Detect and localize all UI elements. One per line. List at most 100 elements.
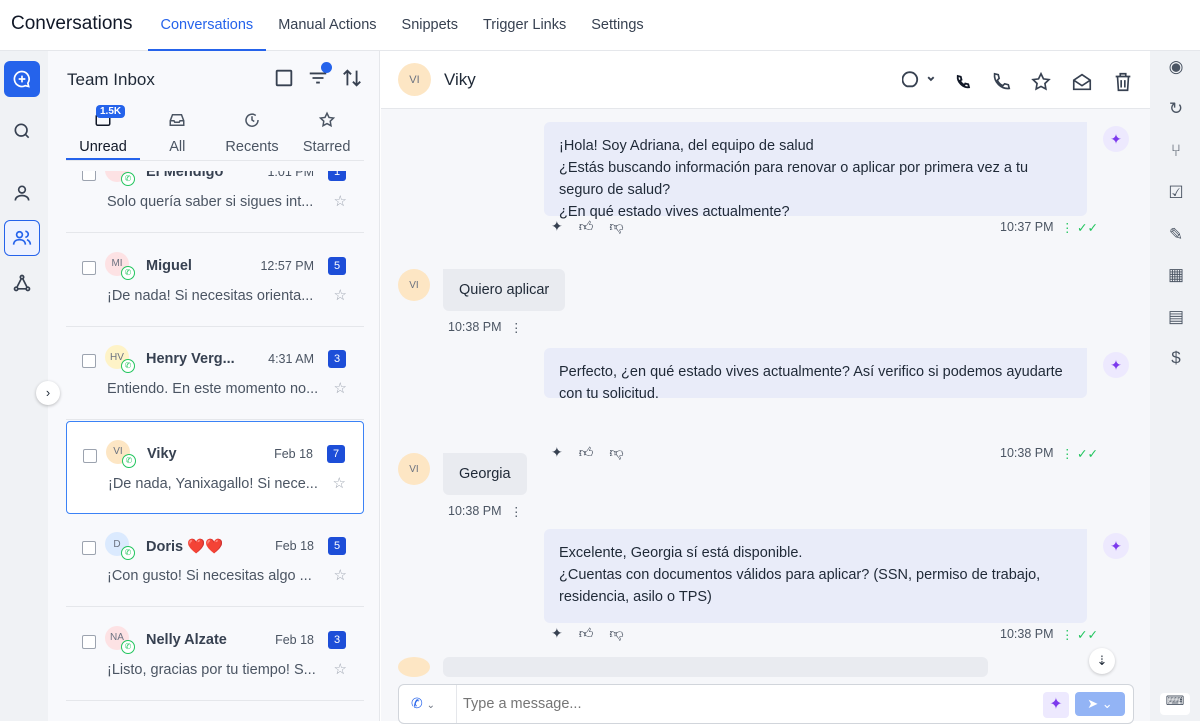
- filter-label: Starred: [302, 139, 351, 155]
- conversation-row[interactable]: D ✆ Doris ❤️❤️ Feb 18 5 ¡Con gusto! Si n…: [66, 514, 364, 607]
- filter-label: Recents: [225, 139, 279, 155]
- mark-unread-icon[interactable]: [1070, 71, 1094, 93]
- filter-icon[interactable]: [307, 62, 332, 94]
- ai-sparkle-icon: ✦: [1103, 533, 1129, 559]
- payments-icon[interactable]: $: [1165, 348, 1187, 370]
- incoming-message: Quiero aplicar: [443, 269, 566, 311]
- unread-count: 7: [327, 444, 345, 463]
- inbox-title: Team Inbox: [67, 70, 155, 89]
- team-icon[interactable]: [4, 220, 40, 256]
- conversation-row[interactable]: NA ✆ Nelly Alzate Feb 18 3 ¡Listo, graci…: [66, 608, 364, 701]
- conversation-rows: ✆ El Mendigo 1:01 PM 1 Solo quería saber…: [66, 171, 364, 721]
- conversation-row[interactable]: HV ✆ Henry Verg... 4:31 AM 3 Entiendo. E…: [66, 327, 364, 420]
- select-all-checkbox[interactable]: [273, 67, 295, 89]
- message-preview: ¡Listo, gracias por tu tiempo! S...: [107, 661, 316, 678]
- row-checkbox[interactable]: [82, 260, 96, 275]
- workflow-icon[interactable]: [4, 265, 40, 301]
- filter-tab-all[interactable]: All: [140, 109, 215, 160]
- message-avatar: [398, 657, 430, 677]
- calendar-icon[interactable]: ▦: [1165, 265, 1187, 287]
- message-preview: Solo quería saber si sigues int...: [107, 194, 314, 210]
- whatsapp-channel-selector[interactable]: ✆ ⌄: [411, 695, 435, 712]
- filter-tab-recents[interactable]: Recents: [215, 109, 290, 160]
- ai-sparkle-icon[interactable]: ✦: [551, 625, 563, 642]
- send-button[interactable]: ➤ ⌄: [1075, 692, 1125, 716]
- tasks-icon[interactable]: ☑: [1165, 183, 1187, 205]
- tab-snippets[interactable]: Snippets: [389, 0, 470, 51]
- main-tabs: Conversations Manual Actions Snippets Tr…: [148, 0, 656, 51]
- star-icon[interactable]: ☆: [334, 566, 347, 584]
- chat-panel: VI Viky ¡Hola! Soy Adriana, del equipo d…: [381, 51, 1150, 724]
- message-preview: ¡Con gusto! Si necesitas algo ...: [107, 568, 312, 584]
- contact-name: Viky: [444, 70, 476, 89]
- tab-trigger-links[interactable]: Trigger Links: [470, 0, 578, 51]
- star-icon[interactable]: ☆: [334, 192, 347, 210]
- unread-count: 3: [328, 630, 346, 649]
- assign-agent-dropdown[interactable]: [901, 68, 936, 95]
- row-checkbox[interactable]: [82, 354, 96, 368]
- profile-icon[interactable]: ◉: [1165, 57, 1187, 79]
- conversation-row[interactable]: MI ✆ Miguel 12:57 PM 5 ¡De nada! Si nece…: [66, 234, 364, 327]
- scroll-down-button[interactable]: ⇣: [1089, 648, 1115, 674]
- message-input[interactable]: [456, 685, 1036, 723]
- unread-count: 1: [328, 171, 346, 181]
- delete-icon[interactable]: [1112, 71, 1134, 93]
- integrations-icon[interactable]: ⑂: [1165, 141, 1187, 163]
- row-checkbox[interactable]: [83, 448, 97, 463]
- thumbs-down-icon[interactable]: 👎︎: [609, 444, 623, 461]
- document-icon[interactable]: ▤: [1165, 307, 1187, 329]
- notes-icon[interactable]: ✎: [1165, 225, 1187, 247]
- keyboard-icon[interactable]: ⌨: [1160, 693, 1190, 715]
- last-message-time: Feb 18: [275, 539, 314, 553]
- filter-label: Unread: [79, 139, 127, 155]
- ai-sparkle-icon[interactable]: ✦: [551, 444, 563, 461]
- message-menu-icon[interactable]: ⋮: [510, 504, 523, 519]
- thumbs-up-icon[interactable]: 👍︎: [579, 444, 594, 461]
- ai-assist-button[interactable]: ✦: [1043, 692, 1069, 718]
- star-icon[interactable]: [1030, 71, 1052, 93]
- star-icon[interactable]: ☆: [334, 379, 347, 397]
- thumbs-up-icon[interactable]: 👍︎: [579, 218, 594, 235]
- conversation-row[interactable]: ✆ El Mendigo 1:01 PM 1 Solo quería saber…: [66, 171, 364, 233]
- read-receipt-icon: ⋮ ✓✓: [1061, 628, 1098, 642]
- message-bubble-partial: [443, 657, 988, 677]
- user-icon[interactable]: [4, 175, 40, 211]
- tab-settings[interactable]: Settings: [579, 0, 656, 51]
- row-checkbox[interactable]: [82, 171, 96, 181]
- message-time: 10:38 PM: [448, 504, 502, 518]
- message-menu-icon[interactable]: ⋮: [510, 320, 523, 335]
- expand-sidebar-button[interactable]: ›: [36, 381, 60, 405]
- call-forward-icon[interactable]: [954, 73, 972, 91]
- star-icon[interactable]: ☆: [334, 286, 347, 304]
- sort-icon[interactable]: [341, 67, 363, 89]
- history-icon[interactable]: ↻: [1165, 99, 1187, 121]
- whatsapp-icon: ✆: [121, 359, 135, 373]
- tab-conversations[interactable]: Conversations: [148, 0, 266, 51]
- row-checkbox[interactable]: [82, 541, 96, 555]
- star-icon[interactable]: ☆: [334, 660, 347, 678]
- app-title: Conversations: [11, 13, 133, 34]
- unread-count: 3: [328, 350, 346, 368]
- contact-avatar: VI: [398, 63, 431, 96]
- ai-sparkle-icon: ✦: [1103, 352, 1129, 378]
- row-checkbox[interactable]: [82, 634, 96, 649]
- thumbs-down-icon[interactable]: 👎︎: [609, 218, 623, 235]
- message-time: 10:38 PM: [1000, 446, 1054, 460]
- filter-label: All: [169, 139, 186, 155]
- search-icon[interactable]: [4, 113, 40, 149]
- star-icon[interactable]: ☆: [333, 474, 346, 492]
- last-message-time: 12:57 PM: [260, 258, 314, 273]
- ai-sparkle-icon[interactable]: ✦: [551, 218, 563, 235]
- filter-tab-starred[interactable]: Starred: [289, 109, 364, 160]
- phone-icon[interactable]: [990, 71, 1012, 93]
- conversation-row[interactable]: VI ✆ Viky Feb 18 7 ¡De nada, Yanixagallo…: [66, 420, 364, 514]
- last-message-time: 1:01 PM: [267, 171, 314, 179]
- new-chat-icon[interactable]: [4, 61, 40, 97]
- thumbs-down-icon[interactable]: 👎︎: [609, 625, 623, 642]
- outgoing-message: Excelente, Georgia sí está disponible. ¿…: [544, 529, 1087, 623]
- tab-manual-actions[interactable]: Manual Actions: [266, 0, 389, 51]
- thumbs-up-icon[interactable]: 👍︎: [579, 625, 594, 642]
- contact-name: Miguel: [146, 257, 192, 274]
- message-time: 10:38 PM: [1000, 627, 1054, 641]
- filter-tab-unread[interactable]: 1.5K Unread: [66, 105, 140, 160]
